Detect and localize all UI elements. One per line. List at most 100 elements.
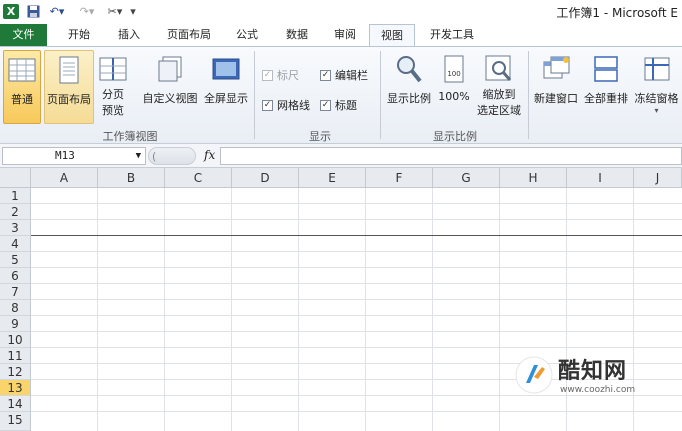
cell-row[interactable]	[31, 220, 682, 236]
tab-page-layout[interactable]: 页面布局	[158, 24, 220, 46]
redo-icon[interactable]: ↷▾	[76, 4, 98, 19]
name-box[interactable]: M13 ▼	[2, 147, 146, 165]
page-break-icon	[99, 57, 127, 81]
page-break-label-2: 预览	[102, 104, 124, 117]
insert-function-icon[interactable]: fx	[204, 148, 215, 162]
select-all-corner[interactable]	[0, 168, 31, 188]
formula-bar-expand-handle[interactable]: (	[148, 147, 196, 165]
row-header[interactable]: 8	[0, 300, 31, 316]
row-header[interactable]: 15	[0, 412, 31, 431]
row-header[interactable]: 2	[0, 204, 31, 220]
cell-row[interactable]	[31, 252, 682, 268]
zoom-100-icon: 100	[444, 55, 464, 83]
tab-insert[interactable]: 插入	[108, 24, 150, 46]
column-header[interactable]: A	[31, 168, 98, 188]
zoom-group-label: 显示比例	[433, 130, 477, 143]
gridlines-label: 网格线	[277, 99, 310, 112]
cell-row[interactable]	[31, 284, 682, 300]
ruler-checkbox[interactable]: ✓ 标尺	[262, 67, 299, 83]
normal-view-button[interactable]: 普通	[3, 50, 41, 124]
column-header[interactable]: C	[165, 168, 232, 188]
freeze-panes-icon	[644, 57, 669, 81]
normal-view-icon	[8, 58, 36, 82]
custom-views-icon	[158, 56, 182, 82]
formula-bar: M13 ▼ ( fx	[0, 144, 682, 168]
row-header[interactable]: 6	[0, 268, 31, 284]
freeze-panes-button[interactable]: 冻结窗格 ▾	[631, 50, 682, 124]
headings-label: 标题	[335, 99, 357, 112]
row-header[interactable]: 11	[0, 348, 31, 364]
row-header[interactable]: 14	[0, 396, 31, 412]
full-screen-button[interactable]: 全屏显示	[201, 50, 251, 124]
ribbon-tabs: 文件 开始 插入 页面布局 公式 数据 审阅 视图 开发工具	[0, 24, 682, 46]
tab-formulas[interactable]: 公式	[226, 24, 268, 46]
svg-text:100: 100	[447, 70, 460, 78]
tab-file[interactable]: 文件	[0, 24, 47, 46]
watermark: 酷知网 www.coozhi.com	[506, 345, 656, 407]
chevron-down-icon: ▾	[654, 106, 659, 115]
column-header[interactable]: J	[634, 168, 682, 188]
column-header[interactable]: H	[500, 168, 567, 188]
column-header[interactable]: G	[433, 168, 500, 188]
row-header[interactable]: 9	[0, 316, 31, 332]
row-header[interactable]: 7	[0, 284, 31, 300]
formula-bar-checkbox[interactable]: ✓ 编辑栏	[320, 67, 368, 83]
zoom-button[interactable]: 显示比例	[384, 50, 434, 124]
full-screen-label: 全屏显示	[204, 92, 248, 105]
zoom-100-button[interactable]: 100 100%	[436, 50, 472, 124]
tab-data[interactable]: 数据	[276, 24, 318, 46]
cell-row[interactable]	[31, 316, 682, 332]
tab-review[interactable]: 审阅	[324, 24, 366, 46]
show-group-label: 显示	[309, 130, 331, 143]
zoom-to-selection-icon	[485, 55, 512, 81]
full-screen-icon	[212, 58, 240, 80]
tab-developer[interactable]: 开发工具	[420, 24, 484, 46]
row-header[interactable]: 3	[0, 220, 31, 236]
new-window-button[interactable]: 新建窗口	[531, 50, 581, 124]
arrange-all-button[interactable]: 全部重排	[582, 50, 630, 124]
row-header[interactable]: 1	[0, 188, 31, 204]
row-header[interactable]: 5	[0, 252, 31, 268]
magnifier-icon	[397, 56, 422, 83]
tab-home[interactable]: 开始	[58, 24, 100, 46]
title-bar: X ↶▾ ↷▾ ✂▾ ▾ 工作簿1 - Microsoft E	[0, 0, 682, 24]
column-header[interactable]: I	[567, 168, 634, 188]
cell-row[interactable]	[31, 188, 682, 204]
normal-view-label: 普通	[11, 93, 33, 106]
cell-row[interactable]	[31, 204, 682, 220]
custom-views-label: 自定义视图	[142, 92, 198, 105]
cell-row[interactable]	[31, 236, 682, 252]
page-layout-view-button[interactable]: 页面布局	[44, 50, 94, 124]
zoom-to-selection-button[interactable]: 缩放到 选定区域	[474, 50, 524, 124]
new-window-label: 新建窗口	[534, 92, 578, 105]
headings-checkbox[interactable]: ✓ 标题	[320, 97, 357, 113]
custom-views-button[interactable]: 自定义视图	[140, 50, 200, 124]
gridlines-checkbox[interactable]: ✓ 网格线	[262, 97, 310, 113]
group-separator	[254, 51, 255, 139]
formula-input[interactable]	[220, 147, 682, 165]
chevron-down-icon[interactable]: ▼	[136, 148, 141, 164]
column-header[interactable]: F	[366, 168, 433, 188]
row-header[interactable]: 12	[0, 364, 31, 380]
row-header[interactable]: 4	[0, 236, 31, 252]
save-icon[interactable]	[26, 4, 40, 19]
ribbon: 普通 页面布局 分页 预览 自定义视图 全屏显示 工作簿视图 ✓ 标尺 ✓ 编辑…	[0, 46, 682, 144]
zoom-to-selection-label-2: 选定区域	[477, 104, 521, 117]
cell-row[interactable]	[31, 300, 682, 316]
undo-icon[interactable]: ↶▾	[46, 4, 68, 19]
row-header-selected[interactable]: 13	[0, 380, 31, 396]
tools-icon[interactable]: ✂▾	[104, 4, 126, 19]
gridlines-check-icon: ✓	[262, 99, 273, 111]
column-header[interactable]: D	[232, 168, 299, 188]
tab-view[interactable]: 视图	[369, 24, 415, 46]
ruler-check-icon: ✓	[262, 69, 273, 81]
page-break-preview-button[interactable]: 分页 预览	[96, 50, 130, 124]
column-header[interactable]: E	[299, 168, 366, 188]
page-layout-icon	[59, 56, 79, 84]
cell-row[interactable]	[31, 268, 682, 284]
customize-qat-icon[interactable]: ▾	[128, 4, 138, 19]
row-header[interactable]: 10	[0, 332, 31, 348]
watermark-brand: 酷知网	[558, 359, 628, 384]
column-header[interactable]: B	[98, 168, 165, 188]
arrange-all-label: 全部重排	[584, 92, 628, 105]
